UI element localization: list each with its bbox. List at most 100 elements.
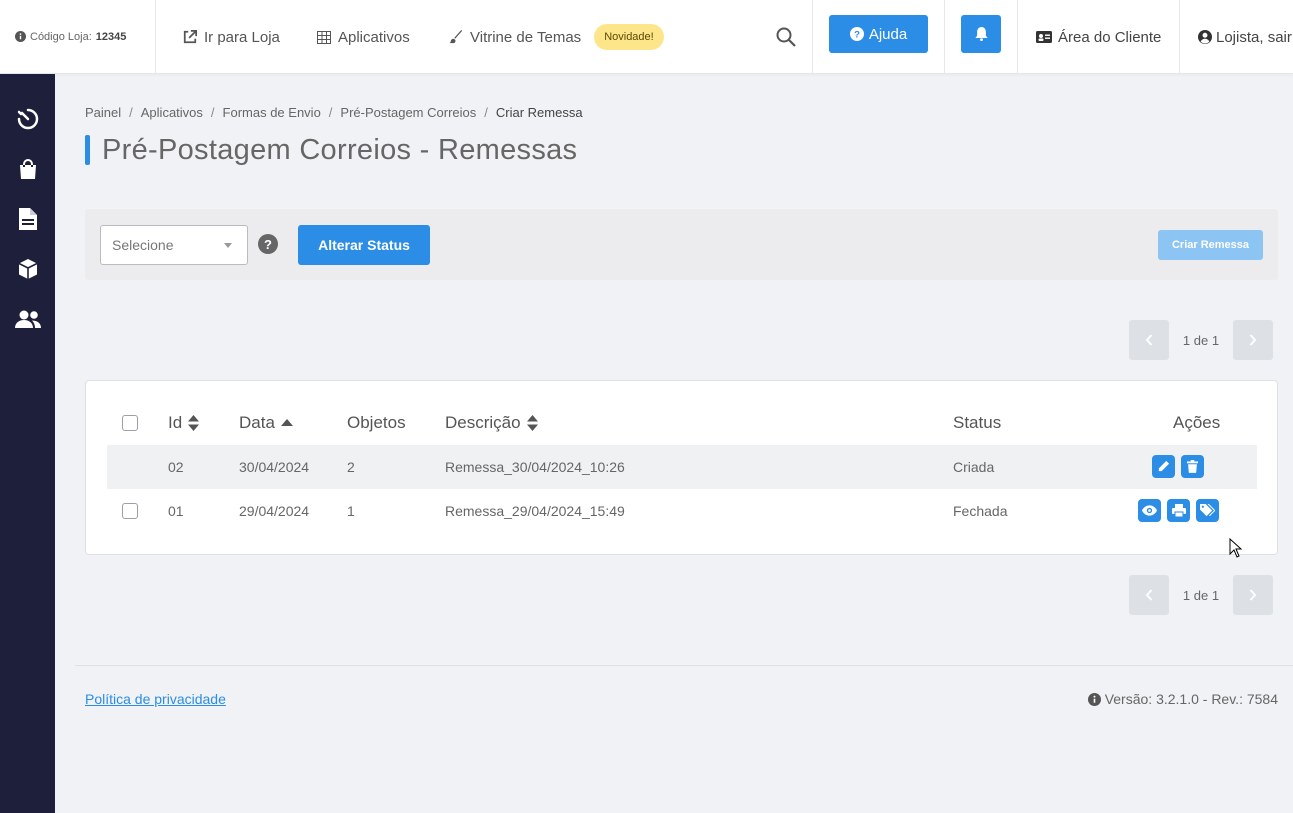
- delete-button[interactable]: [1181, 455, 1204, 478]
- create-shipment-button[interactable]: Criar Remessa: [1158, 230, 1263, 260]
- column-header-status: Status: [953, 413, 1001, 433]
- sidebar-item-documents[interactable]: [0, 199, 55, 239]
- users-icon: [14, 309, 41, 329]
- client-area-label: Área do Cliente: [1058, 28, 1162, 46]
- table-row: 02 30/04/2024 2 Remessa_30/04/2024_10:26…: [107, 445, 1257, 489]
- status-select[interactable]: Selecione: [100, 225, 248, 265]
- cell-status: Criada: [953, 459, 995, 475]
- bell-icon: [974, 27, 988, 41]
- sort-icon: [526, 415, 538, 431]
- go-to-store-label: Ir para Loja: [204, 28, 280, 46]
- view-button[interactable]: [1138, 499, 1161, 522]
- chevron-left-icon: [1145, 589, 1153, 601]
- external-link-icon: [183, 30, 197, 44]
- client-area-link[interactable]: Área do Cliente: [1036, 0, 1161, 74]
- edit-button[interactable]: [1152, 455, 1175, 478]
- new-badge: Novidade!: [594, 24, 664, 50]
- page-indicator: 1 de 1: [1182, 332, 1220, 348]
- sidebar-item-customers[interactable]: [0, 299, 55, 339]
- go-to-store-link[interactable]: Ir para Loja: [183, 0, 280, 74]
- column-header-label: Objetos: [347, 413, 406, 432]
- help-tooltip-icon[interactable]: ?: [258, 234, 278, 254]
- next-page-button[interactable]: [1233, 575, 1273, 615]
- apps-link[interactable]: Aplicativos: [317, 0, 410, 74]
- label-button[interactable]: [1196, 499, 1219, 522]
- breadcrumb-item[interactable]: Painel: [85, 105, 121, 120]
- select-all-checkbox[interactable]: [122, 415, 138, 431]
- speedometer-icon: [16, 107, 40, 131]
- next-page-button[interactable]: [1233, 320, 1273, 360]
- themes-label: Vitrine de Temas: [470, 28, 582, 46]
- breadcrumb-current: Criar Remessa: [495, 105, 583, 120]
- svg-text:?: ?: [854, 30, 860, 41]
- version-text: Versão: 3.2.1.0 - Rev.: 7584: [1104, 691, 1278, 707]
- store-code-value: 12345: [95, 30, 127, 43]
- breadcrumb-item[interactable]: Aplicativos: [141, 105, 203, 120]
- row-checkbox[interactable]: [122, 503, 138, 519]
- info-icon: [1087, 692, 1101, 706]
- footer-divider: [75, 665, 1293, 666]
- question-circle-icon: ?: [849, 27, 864, 41]
- store-code-label: Código Loja:: [30, 30, 92, 43]
- sidebar-item-orders[interactable]: [0, 149, 55, 189]
- breadcrumb-separator: /: [328, 105, 333, 120]
- pagination-top: 1 de 1: [1129, 320, 1273, 360]
- breadcrumb-item[interactable]: Pré-Postagem Correios: [340, 105, 476, 120]
- box-icon: [17, 258, 39, 280]
- search-icon: [776, 27, 796, 47]
- themes-link[interactable]: Vitrine de Temas Novidade!: [449, 0, 664, 74]
- column-header-description[interactable]: Descrição: [445, 413, 538, 433]
- prev-page-button[interactable]: [1129, 320, 1169, 360]
- search-button[interactable]: [759, 0, 812, 74]
- title-accent-bar: [85, 135, 90, 165]
- cell-objects: 1: [347, 503, 355, 519]
- divider: [155, 0, 156, 74]
- pencil-icon: [1157, 460, 1170, 473]
- cell-date: 29/04/2024: [239, 503, 310, 519]
- column-header-actions: Ações: [1173, 413, 1220, 433]
- divider: [1179, 0, 1180, 74]
- table-row: 01 29/04/2024 1 Remessa_29/04/2024_15:49…: [107, 489, 1257, 533]
- user-logout-link[interactable]: Lojista, sair: [1198, 0, 1292, 74]
- trash-icon: [1187, 460, 1198, 473]
- user-label: Lojista, sair: [1216, 28, 1292, 46]
- column-header-id[interactable]: Id: [168, 413, 200, 433]
- tags-icon: [1200, 504, 1215, 517]
- print-button[interactable]: [1167, 499, 1190, 522]
- column-header-label: Descrição: [445, 413, 521, 432]
- store-code: Código Loja: 12345: [0, 0, 155, 74]
- breadcrumb-separator: /: [129, 105, 133, 120]
- cell-description: Remessa_30/04/2024_10:26: [445, 459, 625, 475]
- cell-id: 01: [168, 503, 184, 519]
- pagination-bottom: 1 de 1: [1129, 575, 1273, 615]
- change-status-button[interactable]: Alterar Status: [298, 225, 430, 265]
- column-header-date[interactable]: Data: [239, 413, 293, 433]
- status-select-value: Selecione: [112, 237, 174, 253]
- column-header-label: Status: [953, 413, 1002, 432]
- breadcrumb-separator: /: [484, 105, 488, 120]
- sidebar-item-products[interactable]: [0, 249, 55, 289]
- privacy-policy-link[interactable]: Política de privacidade: [85, 691, 226, 707]
- cell-id: 02: [168, 459, 184, 475]
- page-title-text: Pré-Postagem Correios - Remessas: [102, 133, 578, 166]
- divider: [944, 0, 945, 74]
- mouse-cursor-icon: [1229, 537, 1243, 563]
- column-header-label: Id: [168, 413, 183, 432]
- chevron-right-icon: [1249, 334, 1257, 346]
- divider: [1017, 0, 1018, 74]
- sidebar-item-dashboard[interactable]: [0, 99, 55, 139]
- cell-date: 30/04/2024: [239, 459, 310, 475]
- id-card-icon: [1036, 31, 1052, 43]
- column-header-objects: Objetos: [347, 413, 406, 433]
- shopping-bag-icon: [17, 158, 39, 180]
- divider: [812, 0, 813, 74]
- notifications-button[interactable]: [961, 15, 1001, 53]
- grid-icon: [317, 30, 331, 44]
- sidebar: [0, 74, 55, 813]
- help-button[interactable]: ? Ajuda: [829, 15, 928, 53]
- cell-description: Remessa_29/04/2024_15:49: [445, 503, 625, 519]
- breadcrumb-item[interactable]: Formas de Envio: [223, 105, 321, 120]
- prev-page-button[interactable]: [1129, 575, 1169, 615]
- version-info: Versão: 3.2.1.0 - Rev.: 7584: [1087, 691, 1278, 707]
- sort-asc-icon: [280, 419, 293, 427]
